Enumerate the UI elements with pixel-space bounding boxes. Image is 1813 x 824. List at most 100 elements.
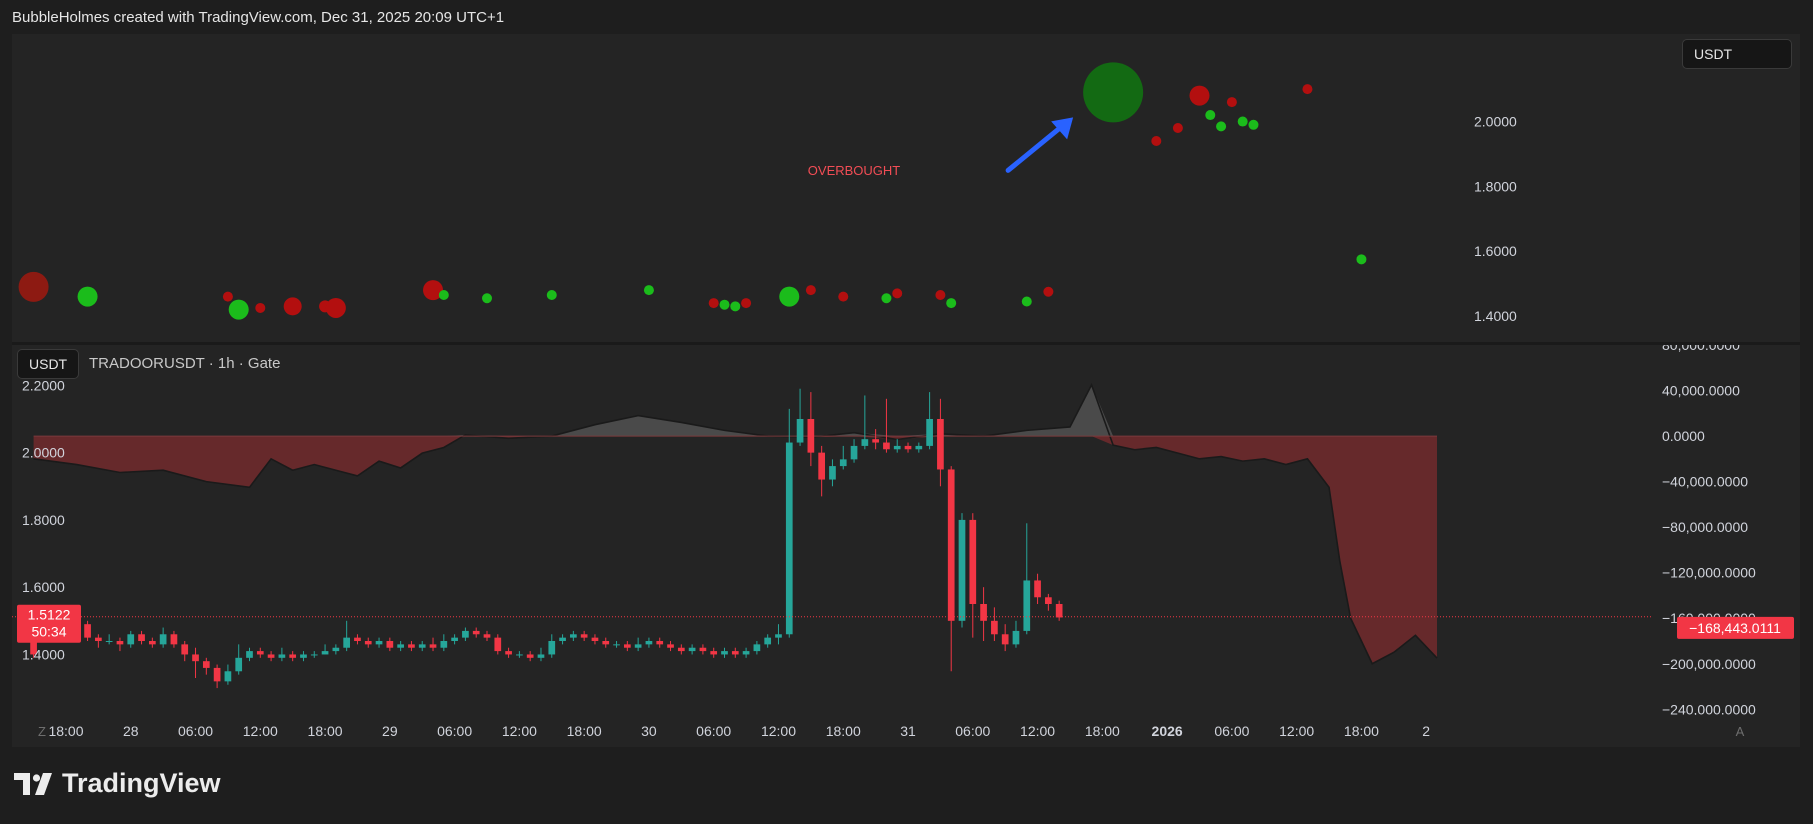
bubble-red <box>1189 85 1210 106</box>
time-tick-label: 29 <box>382 723 398 739</box>
last-delta-label: −168,443.0111 <box>1677 616 1794 639</box>
bubble-red <box>1302 84 1313 95</box>
bubble-green <box>643 285 654 296</box>
y-tick-label-delta: −80,000.0000 <box>1662 519 1748 535</box>
annotation-overbought: OVERBOUGHT <box>808 163 901 178</box>
time-tick-label: 12:00 <box>502 723 537 739</box>
candle-up <box>321 651 329 655</box>
bubble-red <box>1151 135 1162 146</box>
time-tick-label: 18:00 <box>1085 723 1120 739</box>
currency-badge-bottom[interactable]: USDT <box>17 349 80 379</box>
bubble-chart: 2.0000 1.8000 1.6000 1.4000 OVERBOUGHT <box>18 62 1517 324</box>
candle-down <box>148 641 156 645</box>
bubble-red <box>18 271 49 302</box>
candle-up <box>440 641 448 648</box>
candle-up <box>397 644 404 648</box>
delta-area-positive <box>33 384 1437 437</box>
candle-up <box>548 641 556 655</box>
bubble-green <box>1237 116 1248 127</box>
y-tick-label-price: 1.6000 <box>22 579 65 595</box>
candle-down <box>354 637 361 641</box>
y-tick-label-delta: −240,000.0000 <box>1662 701 1756 715</box>
bubble-green <box>1216 121 1227 132</box>
bubble-red <box>741 298 752 309</box>
y-tick-label-delta: −40,000.0000 <box>1662 474 1748 490</box>
candle-down <box>429 644 437 648</box>
candle-up <box>127 634 135 645</box>
candle-up <box>915 445 923 450</box>
candle-down <box>818 452 826 480</box>
arrow-head <box>1051 117 1074 140</box>
candle-down <box>677 647 685 652</box>
y-tick-label-price: 2.2000 <box>22 377 65 393</box>
tradingview-branding[interactable]: TradingView <box>14 768 221 799</box>
price-panel[interactable]: 2.2000 2.0000 1.8000 1.6000 1.4000 80,000.000… <box>12 345 1800 715</box>
candle-down <box>526 654 534 658</box>
bubble-red <box>1226 97 1237 108</box>
bubble-green <box>1205 110 1216 121</box>
candle-down <box>904 445 912 450</box>
candle-up <box>462 630 469 638</box>
bubble-green <box>1083 62 1144 123</box>
candle-down <box>980 604 987 621</box>
countdown-value: 50:34 <box>31 624 66 640</box>
y-tick-label-delta: 80,000.0000 <box>1662 345 1740 353</box>
time-tick-label: 18:00 <box>48 723 83 739</box>
time-tick-label: 18:00 <box>567 723 602 739</box>
time-tick-label: 06:00 <box>178 723 213 739</box>
bubble-red <box>805 285 816 296</box>
time-tick-label: 06:00 <box>955 723 990 739</box>
candle-down <box>95 637 102 641</box>
indicator-panel[interactable]: 2.0000 1.8000 1.6000 1.4000 OVERBOUGHT USDT <box>12 34 1800 342</box>
bubble-red <box>222 291 233 302</box>
candle-down <box>267 654 275 658</box>
candlestick-chart: 2.2000 2.0000 1.8000 1.6000 1.4000 80,000.000… <box>12 345 1794 715</box>
candle-up <box>764 637 772 645</box>
candle-down <box>656 641 664 645</box>
candle-up <box>829 466 836 480</box>
y-tick-label-price: 2.0000 <box>22 445 65 461</box>
bubble-green <box>881 293 892 304</box>
candle-up <box>861 439 869 446</box>
candle-up <box>278 654 286 658</box>
candle-down <box>872 439 879 443</box>
y-tick-label-delta: 0.0000 <box>1662 428 1705 444</box>
y-tick-label-price: 1.8000 <box>22 512 65 528</box>
candle-up <box>1012 630 1020 645</box>
time-tick-label: 2 <box>1422 723 1430 739</box>
time-tick-label: 18:00 <box>826 723 861 739</box>
time-tick-label: 31 <box>900 723 916 739</box>
candle-up <box>775 634 782 638</box>
candle-down <box>116 641 124 645</box>
candle-up <box>721 651 728 655</box>
candle-down <box>731 651 739 655</box>
time-tick-label: 06:00 <box>437 723 472 739</box>
candle-up <box>159 634 167 645</box>
bubble-green <box>779 286 800 307</box>
bubble-red <box>892 288 903 299</box>
zoom-icon: Z <box>38 724 46 739</box>
candle-up <box>753 644 761 652</box>
candle-down <box>602 641 610 645</box>
candle-up <box>451 637 458 641</box>
time-axis[interactable]: Z 18:00 28 06:00 12:00 18:00 29 06:00 12:00 18:00… <box>12 715 1800 747</box>
bubble-red <box>1043 286 1054 297</box>
y-tick-label-delta: −200,000.0000 <box>1662 656 1756 672</box>
bubble-red <box>935 289 946 300</box>
tradingview-logo-icon <box>14 772 52 795</box>
currency-badge-top[interactable]: USDT <box>1682 39 1792 69</box>
symbol-legend[interactable]: TRADOORUSDT · 1h · Gate <box>89 355 280 372</box>
candle-up <box>332 647 340 652</box>
candle-down <box>1055 604 1063 618</box>
candle-down <box>170 634 178 645</box>
candle-down <box>256 651 264 655</box>
bubble-green <box>730 301 741 312</box>
bubble-green <box>1248 119 1259 130</box>
last-delta-value: −168,443.0111 <box>1689 620 1781 636</box>
time-tick-label: 06:00 <box>696 723 731 739</box>
chart-caption: BubbleHolmes created with TradingView.co… <box>12 9 505 26</box>
candle-down <box>969 519 977 604</box>
bubble-green <box>228 299 249 320</box>
candle-up <box>516 654 523 656</box>
delta-area-negative <box>33 436 1437 664</box>
